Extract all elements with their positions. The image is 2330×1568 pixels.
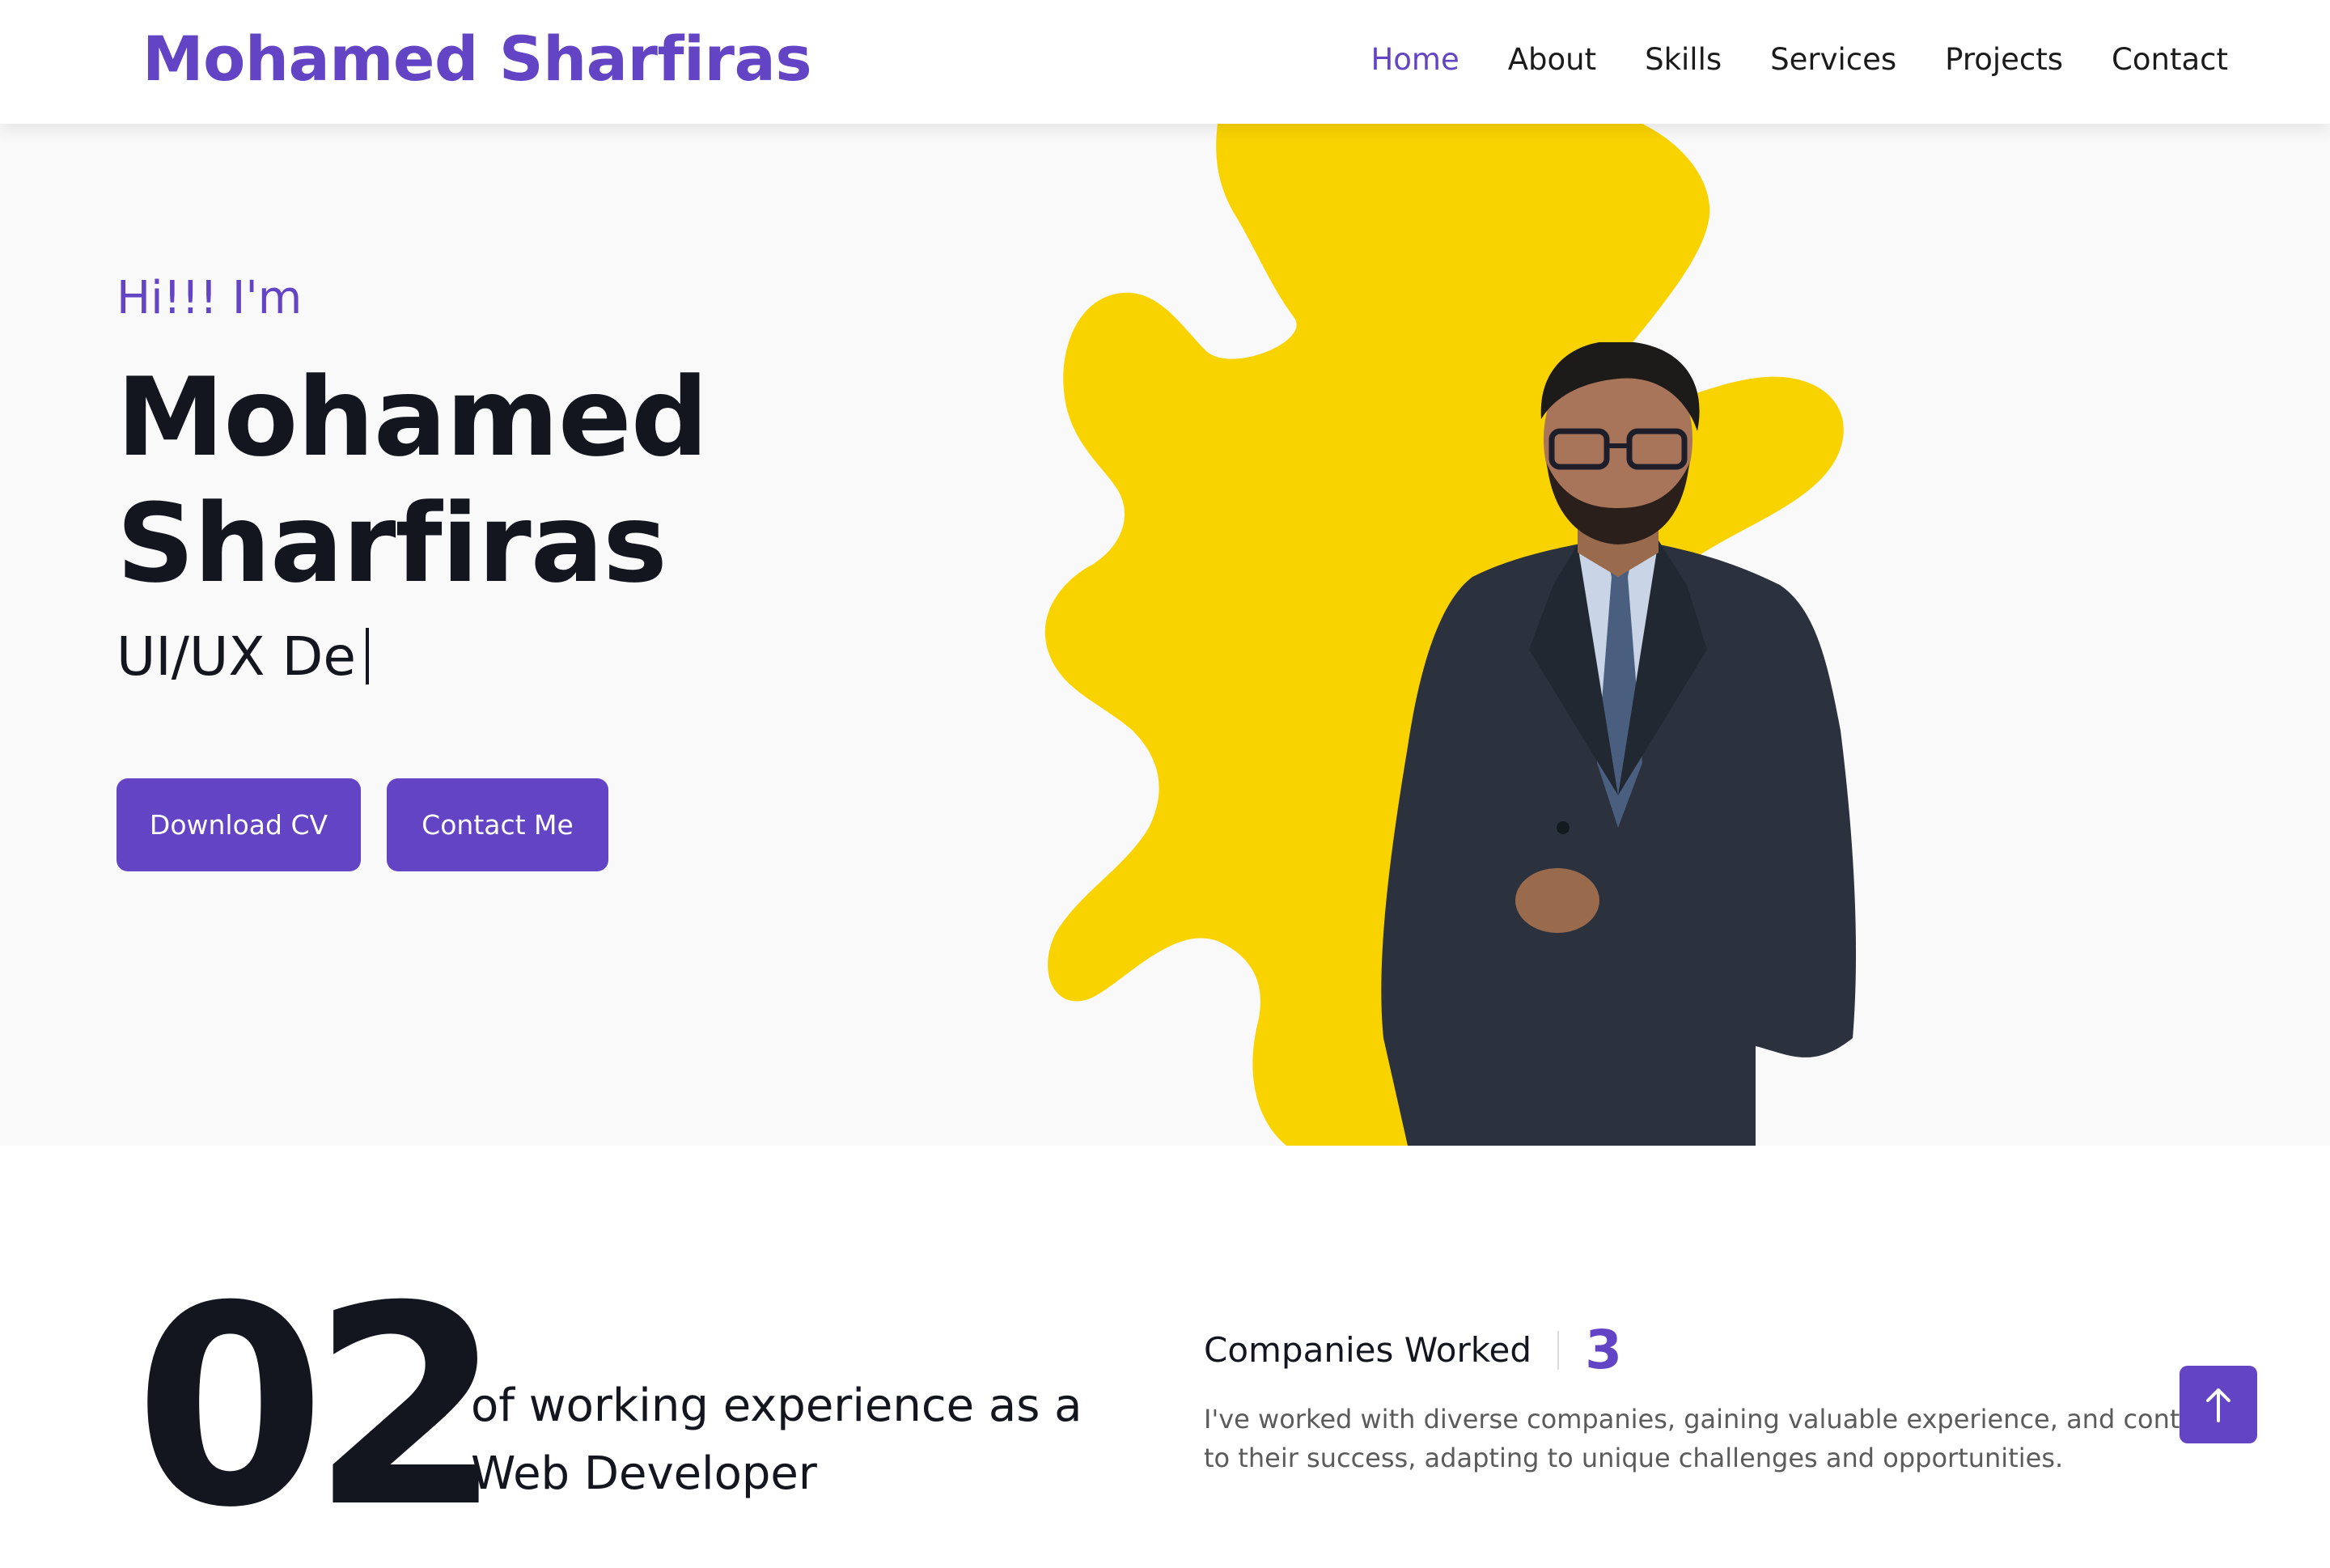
hero-name-line1: Mohamed [116, 354, 709, 481]
hero-section: Hi!!! I'm Mohamed Sharfiras UI/UX De Dow… [0, 124, 2330, 1146]
companies-desc-line2: to their success, adapting to unique cha… [1204, 1443, 2064, 1473]
nav-skills[interactable]: Skills [1645, 42, 1722, 77]
nav-about[interactable]: About [1508, 42, 1596, 77]
site-header: Mohamed Sharfiras Home About Skills Serv… [0, 0, 2330, 124]
site-logo[interactable]: Mohamed Sharfiras [142, 23, 812, 95]
years-experience-number: 02 [134, 1248, 502, 1568]
experience-line2: Web Developer [471, 1447, 817, 1500]
typed-role: UI/UX De [116, 625, 369, 688]
typed-role-text: UI/UX De [116, 625, 356, 688]
companies-description: I've worked with diverse companies, gain… [1204, 1400, 2191, 1477]
nav-projects[interactable]: Projects [1945, 42, 2063, 77]
main-nav: Home About Skills Services Projects Cont… [1370, 42, 2228, 77]
companies-desc-line1: I've worked with diverse companies, gain… [1204, 1404, 2191, 1435]
companies-worked-count: 3 [1585, 1319, 1622, 1381]
experience-line1: of working experience as a [471, 1379, 1082, 1432]
nav-home[interactable]: Home [1370, 42, 1459, 77]
arrow-up-icon [2206, 1388, 2230, 1422]
nav-services[interactable]: Services [1770, 42, 1896, 77]
scroll-to-top-button[interactable] [2180, 1366, 2257, 1443]
companies-worked-row: Companies Worked 3 [1204, 1319, 1622, 1381]
hero-name-line2: Sharfiras [116, 481, 667, 607]
hero-greeting: Hi!!! I'm [116, 272, 303, 324]
portrait-image [1381, 342, 1857, 1146]
typing-cursor [365, 628, 369, 684]
experience-text: of working experience as a Web Developer [471, 1372, 1082, 1508]
companies-divider [1557, 1330, 1560, 1370]
download-cv-button[interactable]: Download CV [116, 778, 361, 871]
hero-name: Mohamed Sharfiras [116, 354, 709, 607]
nav-contact[interactable]: Contact [2112, 42, 2228, 77]
companies-worked-label: Companies Worked [1204, 1330, 1532, 1370]
contact-me-button[interactable]: Contact Me [387, 778, 608, 871]
